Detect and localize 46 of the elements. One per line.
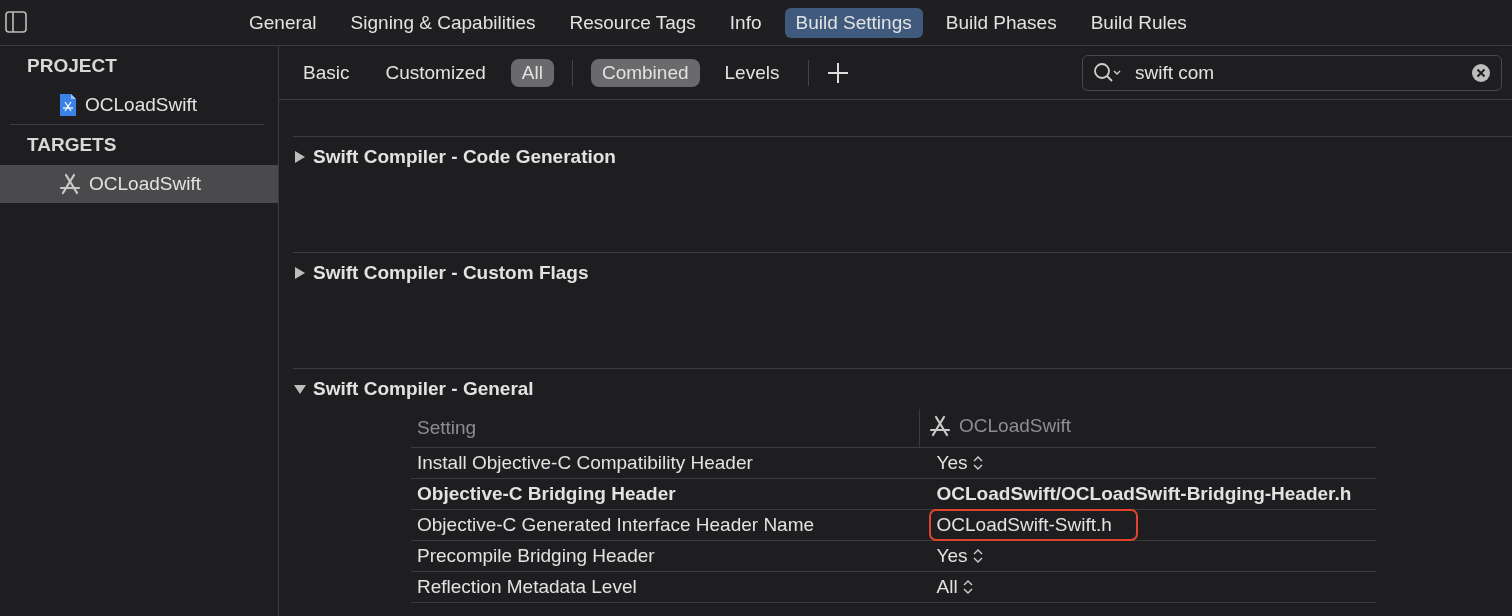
sidebar-item[interactable]: OCLoadSwift [0, 165, 278, 203]
section-title: Swift Compiler - Code Generation [313, 146, 616, 168]
editor-tab[interactable]: Build Phases [934, 7, 1068, 38]
section-title: Swift Compiler - General [313, 378, 534, 400]
sidebar-item[interactable]: OCLoadSwift [0, 86, 278, 124]
scope-filter-button[interactable]: Basic [292, 58, 361, 87]
editor-tab[interactable]: Build Rules [1079, 7, 1198, 38]
column-header: Setting [417, 417, 477, 438]
editor-tab[interactable]: Resource Tags [558, 7, 707, 38]
setting-value-popup[interactable]: All [930, 574, 979, 600]
search-icon [1093, 61, 1123, 84]
sidebar-section-title: PROJECT [26, 54, 118, 78]
stepper-chevrons-icon [972, 455, 983, 471]
clear-icon[interactable] [1471, 62, 1491, 83]
sidebar-section-title: TARGETS [26, 133, 118, 157]
setting-value[interactable]: OCLoadSwift/OCLoadSwift-Bridging-Header.h [930, 481, 1358, 507]
setting-value[interactable]: OCLoadSwift-Swift.h [930, 511, 1136, 539]
editor-tab[interactable]: Build Settings [784, 7, 923, 38]
setting-name: Objective-C Bridging Header [417, 483, 676, 504]
editor-tab[interactable]: Signing & Capabilities [339, 7, 547, 38]
setting-name: Objective-C Generated Interface Header Name [417, 514, 815, 535]
expand-triangle-icon[interactable] [293, 266, 307, 280]
sidebar-toggle-icon[interactable] [5, 11, 27, 33]
expand-triangle-icon[interactable] [293, 150, 307, 164]
setting-value-popup[interactable]: Yes [930, 543, 989, 569]
column-header: OCLoadSwift [959, 414, 1071, 437]
project-file-icon [59, 93, 77, 117]
section-title: Swift Compiler - Custom Flags [313, 262, 589, 284]
setting-name: Precompile Bridging Header [417, 545, 655, 566]
target-icon [59, 173, 81, 195]
view-mode-button[interactable]: Combined [590, 58, 700, 87]
search-field[interactable]: swift com [1082, 54, 1502, 91]
scope-filter-button[interactable]: All [510, 58, 554, 87]
setting-name: Install Objective-C Compatibility Header [417, 452, 753, 473]
collapse-triangle-icon[interactable] [293, 382, 307, 396]
add-icon[interactable] [827, 61, 850, 84]
search-input[interactable]: swift com [1133, 60, 1461, 85]
stepper-chevrons-icon [972, 548, 983, 564]
view-mode-button[interactable]: Levels [713, 58, 791, 87]
setting-value-popup[interactable]: Yes [930, 450, 989, 476]
editor-tab[interactable]: Info [718, 7, 773, 38]
stepper-chevrons-icon [962, 579, 973, 595]
target-icon [929, 414, 951, 437]
scope-filter-button[interactable]: Customized [374, 58, 497, 87]
setting-name: Reflection Metadata Level [417, 576, 637, 597]
editor-tab[interactable]: General [238, 7, 328, 38]
